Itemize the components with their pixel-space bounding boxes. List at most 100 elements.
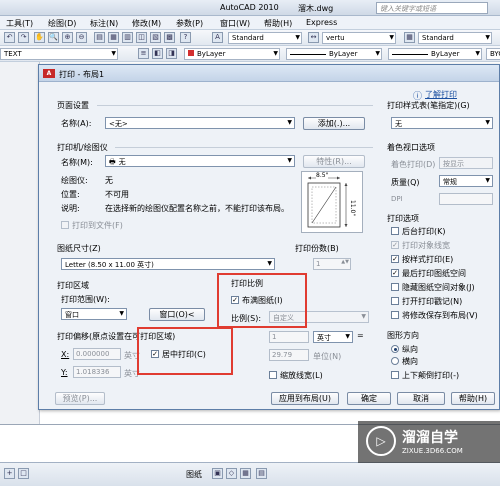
zoom-icon[interactable]: 🔍 (48, 32, 59, 43)
landscape-radio[interactable] (391, 357, 399, 365)
plot-option-label: 打开打印戳记(N) (402, 297, 463, 306)
snap-icon[interactable]: ◇ (226, 468, 237, 479)
layer-icon[interactable]: ≡ (138, 48, 149, 59)
search-input[interactable]: 键入关键字或短语 (376, 2, 488, 14)
ok-button[interactable]: 确定 (347, 392, 391, 405)
table-style-icon[interactable]: ▦ (404, 32, 415, 43)
orientation-heading: 图形方向 (387, 331, 419, 340)
menu-tools[interactable]: 工具(T) (6, 18, 33, 29)
redo-icon[interactable]: ↷ (18, 32, 29, 43)
scale-value2-input[interactable]: 29.79 (269, 349, 309, 361)
page-setup-select[interactable]: <无> ▼ (105, 117, 295, 129)
menu-dimension[interactable]: 标注(N) (90, 18, 118, 29)
dim-style-icon[interactable]: ↔ (308, 32, 319, 43)
paperspace-last-checkbox[interactable]: ✓ (391, 269, 399, 277)
printer-properties-button[interactable]: 特性(R)... (303, 155, 365, 168)
printer-heading: 打印机/绘图仪 (57, 143, 108, 152)
dpi-label: DPI (391, 195, 403, 203)
plot-lineweights-checkbox[interactable]: ✓ (391, 241, 399, 249)
help-icon[interactable]: ? (180, 32, 191, 43)
plot-stamp-checkbox[interactable] (391, 297, 399, 305)
scale-value1-input[interactable]: 1 (269, 331, 309, 343)
x-offset-label: X: (61, 350, 70, 359)
text-style-icon[interactable]: A (212, 32, 223, 43)
viewport-icon[interactable]: ▣ (212, 468, 223, 479)
match-layer-icon[interactable]: ◨ (166, 48, 177, 59)
design-center-icon[interactable]: ▦ (108, 32, 119, 43)
pan-icon[interactable]: ✋ (34, 32, 45, 43)
apply-to-layout-button[interactable]: 应用到布局(U) (271, 392, 339, 405)
upside-down-checkbox[interactable] (391, 371, 399, 379)
scale-unit2-label: 单位(N) (313, 352, 342, 361)
scale-lineweights-checkbox[interactable] (269, 371, 277, 379)
menu-window[interactable]: 窗口(W) (220, 18, 250, 29)
location-label: 位置: (61, 190, 80, 199)
portrait-label: 纵向 (402, 345, 418, 354)
properties-icon[interactable]: ▤ (94, 32, 105, 43)
help-button[interactable]: 帮助(H) (451, 392, 495, 405)
markup-icon[interactable]: ▧ (150, 32, 161, 43)
left-toolbar (0, 62, 40, 424)
quality-select[interactable]: 常规 ▼ (439, 175, 493, 187)
shade-plot-select[interactable]: 按显示 (439, 157, 493, 169)
paper-space-label[interactable]: 图纸 (186, 469, 202, 480)
window-pick-button[interactable]: 窗口(O)< (149, 308, 205, 321)
tool-palette-icon[interactable]: ▥ (122, 32, 133, 43)
learn-plot-link[interactable]: 了解打印 (425, 89, 457, 100)
scale-icon[interactable]: ▤ (256, 468, 267, 479)
layer-prev-icon[interactable]: ◧ (152, 48, 163, 59)
x-offset-input[interactable]: 0.000000 (73, 348, 121, 360)
plot-options-heading: 打印选项 (387, 214, 419, 223)
paper-size-select[interactable]: Letter (8.50 x 11.00 英寸) ▼ (61, 258, 275, 270)
print-to-file-checkbox[interactable] (61, 221, 69, 229)
divider (115, 147, 373, 148)
portrait-radio[interactable] (391, 345, 399, 353)
menu-help[interactable]: 帮助(H) (264, 18, 292, 29)
background-plot-checkbox[interactable] (391, 227, 399, 235)
grid-icon[interactable]: ▦ (240, 468, 251, 479)
text-style-select[interactable]: Standard ▼ (228, 32, 302, 44)
highlight-center-plot (137, 327, 233, 375)
plotstyle-select[interactable]: BYC (486, 48, 500, 60)
dialog-title: 打印 - 布局1 (59, 70, 105, 79)
printer-select[interactable]: 🖶 无 ▼ (105, 155, 295, 167)
shaded-viewport-heading: 着色视口选项 (387, 143, 435, 152)
linetype-select[interactable]: ByLayer ▼ (286, 48, 382, 60)
location-value: 不可用 (105, 190, 129, 199)
undo-icon[interactable]: ↶ (4, 32, 15, 43)
table-style-select[interactable]: Standard ▼ (418, 32, 492, 44)
dim-style-select[interactable]: vertu ▼ (322, 32, 396, 44)
copies-input[interactable]: 1 ▲▼ (313, 258, 351, 270)
add-page-setup-button[interactable]: 添加(.)... (303, 117, 365, 130)
plot-range-label: 打印范围(W): (61, 295, 110, 304)
zoom-window-icon[interactable]: ⊕ (62, 32, 73, 43)
save-to-layout-checkbox[interactable] (391, 311, 399, 319)
file-name: 溜木.dwg (298, 4, 334, 13)
menu-draw[interactable]: 绘图(D) (48, 18, 76, 29)
plot-with-styles-checkbox[interactable]: ✓ (391, 255, 399, 263)
text-style-combo[interactable]: TEXT ▼ (0, 48, 118, 60)
plot-option-label: 后台打印(K) (402, 227, 446, 236)
scale-unit-select[interactable]: 英寸 ▼ (313, 331, 353, 343)
preview-button[interactable]: 预览(P)... (55, 392, 105, 405)
lineweight-select[interactable]: ByLayer ▼ (388, 48, 482, 60)
watermark-title: 溜溜自学 (402, 430, 458, 446)
cancel-button[interactable]: 取消 (397, 392, 445, 405)
plot-style-table-select[interactable]: 无 ▼ (391, 117, 493, 129)
page-setup-heading: 页面设置 (57, 101, 89, 110)
calc-icon[interactable]: ▩ (164, 32, 175, 43)
color-select[interactable]: ByLayer ▼ (184, 48, 280, 60)
add-icon[interactable]: + (4, 468, 15, 479)
menu-parameters[interactable]: 参数(P) (176, 18, 203, 29)
y-offset-input[interactable]: 1.018336 (73, 366, 121, 378)
zoom-prev-icon[interactable]: ⊖ (76, 32, 87, 43)
printer-name-label: 名称(M): (61, 158, 93, 167)
menu-express[interactable]: Express (306, 18, 337, 27)
dpi-input[interactable] (439, 193, 493, 205)
plot-range-select[interactable]: 窗口 ▼ (61, 308, 127, 320)
sheet-set-icon[interactable]: ◫ (136, 32, 147, 43)
model-icon[interactable]: □ (18, 468, 29, 479)
hide-paperspace-checkbox[interactable] (391, 283, 399, 291)
menu-modify[interactable]: 修改(M) (132, 18, 161, 29)
printer-icon: 🖶 (109, 158, 116, 166)
